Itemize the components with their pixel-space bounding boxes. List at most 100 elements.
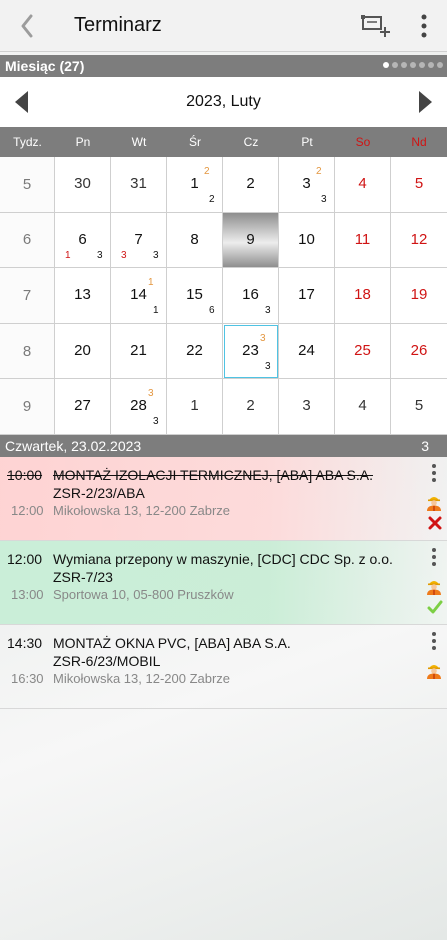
page-dot xyxy=(392,62,398,68)
start-time: 12:00 xyxy=(7,550,43,567)
overflow-menu-button[interactable] xyxy=(401,0,447,52)
page-dot xyxy=(401,62,407,68)
next-month-button[interactable] xyxy=(403,77,447,127)
calendar-day-cell[interactable]: 3 xyxy=(279,379,335,435)
appointment-item[interactable]: 14:30 16:30 MONTAŻ OKNA PVC, [ABA] ABA S.A… xyxy=(0,625,447,709)
calendar-day-cell[interactable]: 20 xyxy=(55,323,111,380)
week-number-header: Tydz. xyxy=(13,135,42,149)
calendar-day-cell[interactable]: 30 xyxy=(55,157,111,213)
calendar-day-cell[interactable]: 28 3 3 xyxy=(111,379,167,435)
appointment-list: 10:00 12:00 MONTAŻ IZOLACJI TERMICZNEJ, [A… xyxy=(0,456,447,709)
view-mode-bar[interactable]: Miesiąc (27) xyxy=(0,55,447,77)
appointment-menu-button[interactable] xyxy=(427,462,441,484)
calendar-day-cell[interactable]: 2 xyxy=(223,379,279,435)
day-number: 14 xyxy=(130,286,147,304)
back-button[interactable] xyxy=(0,0,54,52)
day-number: 16 xyxy=(242,286,259,304)
day-number: 24 xyxy=(298,341,315,359)
day-number: 27 xyxy=(74,397,91,415)
event-count: 3 xyxy=(153,249,159,261)
kebab-menu-icon xyxy=(432,631,436,650)
calendar-day-cell[interactable]: 19 xyxy=(391,268,447,324)
view-mode-label: Miesiąc (27) xyxy=(5,58,85,74)
calendar-day-cell[interactable]: 18 xyxy=(335,268,391,324)
worker-icon xyxy=(427,664,441,679)
event-count: 6 xyxy=(209,305,215,317)
day-number: 17 xyxy=(298,286,315,304)
calendar-day-cell[interactable]: 27 xyxy=(55,379,111,435)
page-dot xyxy=(410,62,416,68)
done-status xyxy=(427,599,443,615)
calendar-day-cell[interactable]: 31 xyxy=(111,157,167,213)
worker-icon xyxy=(427,580,441,595)
day-number: 4 xyxy=(358,397,367,415)
top-app-bar: Terminarz xyxy=(0,0,447,52)
day-number: 31 xyxy=(130,175,147,192)
start-time: 10:00 xyxy=(7,466,43,483)
calendar-day-cell[interactable]: 5 xyxy=(391,157,447,213)
calendar-day-cell[interactable]: 1 xyxy=(167,379,223,435)
kebab-menu-icon xyxy=(432,547,436,566)
page-dot xyxy=(437,62,443,68)
pending-count: 3 xyxy=(148,388,154,400)
appointment-item[interactable]: 12:00 13:00 Wymiana przepony w maszynie, [… xyxy=(0,540,447,625)
order-code: ZSR-7/23 xyxy=(53,568,113,585)
calendar-day-cell[interactable]: 26 xyxy=(391,323,447,380)
calendar-day-cell[interactable]: 23 3 3 xyxy=(223,323,279,380)
triangle-right-icon xyxy=(418,91,432,113)
event-count: 1 xyxy=(153,305,159,317)
calendar-day-cell[interactable]: 11 xyxy=(335,212,391,269)
day-number: 11 xyxy=(354,230,371,248)
calendar-day-cell[interactable]: 13 xyxy=(55,268,111,324)
end-time: 16:30 xyxy=(11,670,44,686)
calendar-day-cell[interactable]: 4 xyxy=(335,379,391,435)
calendar-day-cell[interactable]: 2 xyxy=(223,157,279,213)
event-count: 3 xyxy=(265,305,271,317)
calendar-day-cell[interactable]: 8 xyxy=(167,212,223,269)
weekday-label: Pn xyxy=(75,135,91,149)
order-code: ZSR-6/23/MOBIL xyxy=(53,652,161,669)
month-label: 2023, Luty xyxy=(186,93,261,110)
day-number: 25 xyxy=(354,341,371,359)
prev-month-button[interactable] xyxy=(0,77,44,127)
cancelled-count: 3 xyxy=(121,249,127,261)
calendar-day-cell[interactable]: 17 xyxy=(279,268,335,324)
appointment-address: Mikołowska 13, 12-200 Zabrze xyxy=(53,502,231,518)
day-number: 3 xyxy=(302,175,311,192)
weekday-label: Cz xyxy=(243,135,259,149)
event-count: 3 xyxy=(97,249,103,261)
calendar-day-cell[interactable]: 21 xyxy=(111,323,167,380)
pending-count: 2 xyxy=(316,166,322,177)
day-number: 21 xyxy=(130,341,147,359)
calendar-day-cell[interactable]: 323 xyxy=(279,157,335,213)
appointment-title: MONTAŻ OKNA PVC, [ABA] ABA S.A. xyxy=(53,634,291,651)
calendar-day-cell[interactable]: 12 2 xyxy=(167,157,223,213)
event-count: 3 xyxy=(265,360,271,372)
day-number: 9 xyxy=(246,230,255,248)
appointment-address: Sportowa 10, 05-800 Pruszków xyxy=(53,586,234,602)
calendar-day-cell[interactable]: 63 1 xyxy=(55,212,111,269)
calendar-day-cell[interactable]: 24 xyxy=(279,323,335,380)
calendar-day-cell[interactable]: 9 xyxy=(223,212,279,269)
appointment-menu-button[interactable] xyxy=(427,630,441,652)
calendar-day-cell[interactable]: 16 3 xyxy=(223,268,279,324)
calendar-day-cell[interactable]: 14 1 1 xyxy=(111,268,167,324)
week-number: 5 xyxy=(0,157,55,213)
calendar-day-cell[interactable]: 10 xyxy=(279,212,335,269)
calendar-day-cell[interactable]: 4 xyxy=(335,157,391,213)
add-task-button[interactable] xyxy=(351,0,401,52)
weekday-label: So xyxy=(355,135,371,149)
day-number: 4 xyxy=(358,175,367,192)
assignee-avatar xyxy=(425,577,443,595)
appointment-menu-button[interactable] xyxy=(427,546,441,568)
calendar-day-cell[interactable]: 73 3 xyxy=(111,212,167,269)
calendar-day-cell[interactable]: 25 xyxy=(335,323,391,380)
cancelled-status xyxy=(427,515,443,531)
page-dot xyxy=(419,62,425,68)
appointment-item[interactable]: 10:00 12:00 MONTAŻ IZOLACJI TERMICZNEJ, [A… xyxy=(0,456,447,541)
calendar-day-cell[interactable]: 12 xyxy=(391,212,447,269)
calendar-day-cell[interactable]: 22 xyxy=(167,323,223,380)
day-number: 28 xyxy=(130,397,147,415)
calendar-day-cell[interactable]: 15 6 xyxy=(167,268,223,324)
calendar-day-cell[interactable]: 5 xyxy=(391,379,447,435)
